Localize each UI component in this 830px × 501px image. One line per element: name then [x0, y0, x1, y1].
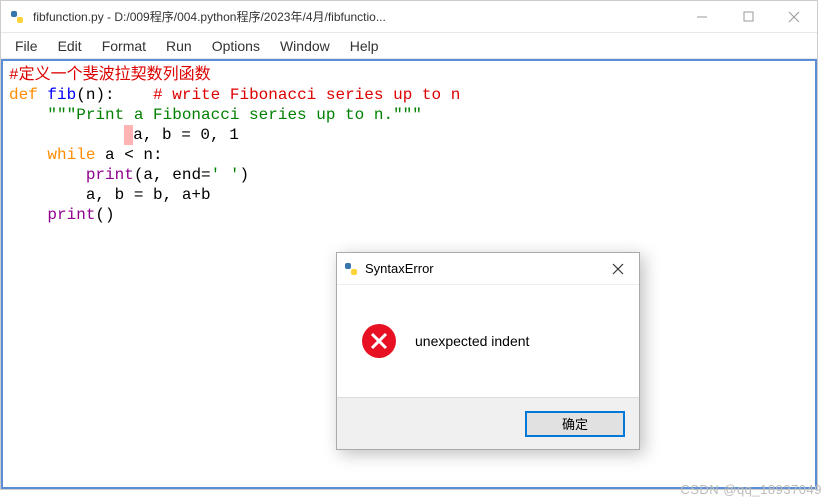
- maximize-button[interactable]: [725, 1, 771, 33]
- menu-options[interactable]: Options: [202, 36, 270, 56]
- menu-format[interactable]: Format: [92, 36, 156, 56]
- code-builtin: print: [86, 166, 134, 184]
- dialog-body: unexpected indent: [337, 285, 639, 397]
- dialog-footer: 确定: [337, 397, 639, 449]
- close-button[interactable]: [771, 1, 817, 33]
- error-icon: [361, 323, 397, 359]
- code-docstring: """Print a Fibonacci series up to n.""": [47, 106, 421, 124]
- menubar: File Edit Format Run Options Window Help: [1, 33, 817, 59]
- ok-button[interactable]: 确定: [525, 411, 625, 437]
- code-keyword: while: [47, 146, 105, 164]
- dialog-message: unexpected indent: [415, 333, 529, 349]
- dialog-titlebar: SyntaxError: [337, 253, 639, 285]
- menu-window[interactable]: Window: [270, 36, 340, 56]
- menu-help[interactable]: Help: [340, 36, 389, 56]
- error-highlight: [124, 125, 133, 145]
- code-comment: # write Fibonacci series up to n: [153, 86, 460, 104]
- dialog-close-button[interactable]: [603, 254, 633, 284]
- window-title: fibfunction.py - D:/009程序/004.python程序/2…: [33, 8, 679, 25]
- watermark: CSDN @qq_18937049: [680, 482, 822, 497]
- window-controls: [679, 1, 817, 33]
- menu-file[interactable]: File: [5, 36, 48, 56]
- dialog-title: SyntaxError: [365, 261, 603, 276]
- menu-edit[interactable]: Edit: [48, 36, 92, 56]
- code-funcname: fib: [47, 86, 76, 104]
- code-comment: #定义一个斐波拉契数列函数: [9, 66, 211, 84]
- python-icon: [9, 9, 25, 25]
- titlebar: fibfunction.py - D:/009程序/004.python程序/2…: [1, 1, 817, 33]
- code-builtin: print: [47, 206, 95, 224]
- code-keyword: def: [9, 86, 47, 104]
- menu-run[interactable]: Run: [156, 36, 202, 56]
- syntax-error-dialog: SyntaxError unexpected indent 确定: [336, 252, 640, 450]
- minimize-button[interactable]: [679, 1, 725, 33]
- python-icon: [343, 261, 359, 277]
